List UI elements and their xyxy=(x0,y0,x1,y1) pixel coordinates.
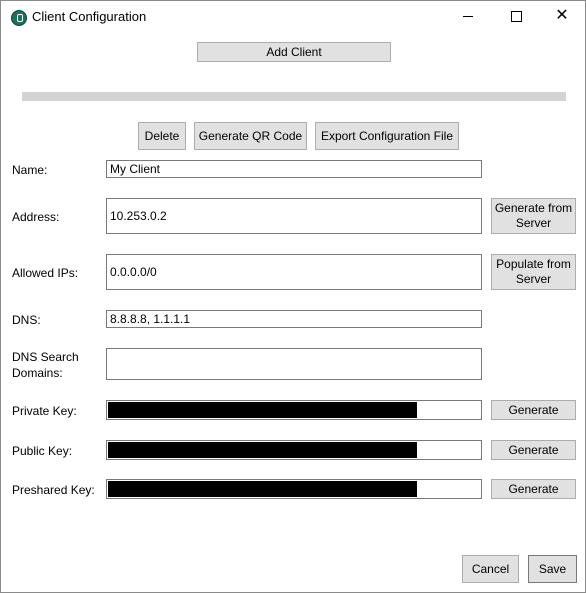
add-client-button[interactable]: Add Client xyxy=(197,42,391,62)
public-key-field[interactable] xyxy=(106,440,482,460)
maximize-icon xyxy=(510,10,522,22)
name-field[interactable]: My Client xyxy=(106,160,482,178)
dns-label: DNS: xyxy=(12,313,41,327)
export-configuration-file-button[interactable]: Export Configuration File xyxy=(315,122,459,150)
dns-search-domains-field[interactable] xyxy=(106,348,482,380)
minimize-icon xyxy=(463,15,473,17)
minimize-button[interactable] xyxy=(445,1,491,31)
preshared-key-mask xyxy=(108,481,418,497)
allowed-ips-label: Allowed IPs: xyxy=(12,266,79,280)
public-key-mask xyxy=(108,442,418,458)
client-configuration-window: Client Configuration ✕ Add Client Delete… xyxy=(0,0,586,593)
delete-button[interactable]: Delete xyxy=(138,122,186,150)
preshared-key-field[interactable] xyxy=(106,479,482,499)
cancel-button[interactable]: Cancel xyxy=(462,555,519,583)
private-key-mask xyxy=(108,402,418,418)
maximize-button[interactable] xyxy=(493,1,539,31)
populate-from-server-button[interactable]: Populate from Server xyxy=(491,254,576,290)
private-key-field[interactable] xyxy=(106,400,482,420)
address-field[interactable]: 10.253.0.2 xyxy=(106,198,482,234)
preshared-key-label: Preshared Key: xyxy=(12,483,95,497)
save-button[interactable]: Save xyxy=(528,555,577,583)
dns-search-domains-label: DNS Search Domains: xyxy=(12,350,79,380)
title-bar: Client Configuration ✕ xyxy=(1,1,585,31)
private-key-label: Private Key: xyxy=(12,404,77,418)
generate-qr-code-button[interactable]: Generate QR Code xyxy=(194,122,307,150)
address-label: Address: xyxy=(12,210,60,224)
generate-from-server-button[interactable]: Generate from Server xyxy=(491,198,576,234)
progress-bar xyxy=(22,92,566,101)
allowed-ips-field[interactable]: 0.0.0.0/0 xyxy=(106,254,482,290)
window-title: Client Configuration xyxy=(32,9,147,24)
wireguard-app-icon xyxy=(11,10,27,26)
generate-preshared-key-button[interactable]: Generate xyxy=(491,479,576,499)
close-button[interactable]: ✕ xyxy=(539,1,585,31)
generate-private-key-button[interactable]: Generate xyxy=(491,400,576,420)
dns-field[interactable]: 8.8.8.8, 1.1.1.1 xyxy=(106,310,482,328)
public-key-label: Public Key: xyxy=(12,444,73,458)
generate-public-key-button[interactable]: Generate xyxy=(491,440,576,460)
close-icon: ✕ xyxy=(555,7,569,24)
name-label: Name: xyxy=(12,163,48,177)
